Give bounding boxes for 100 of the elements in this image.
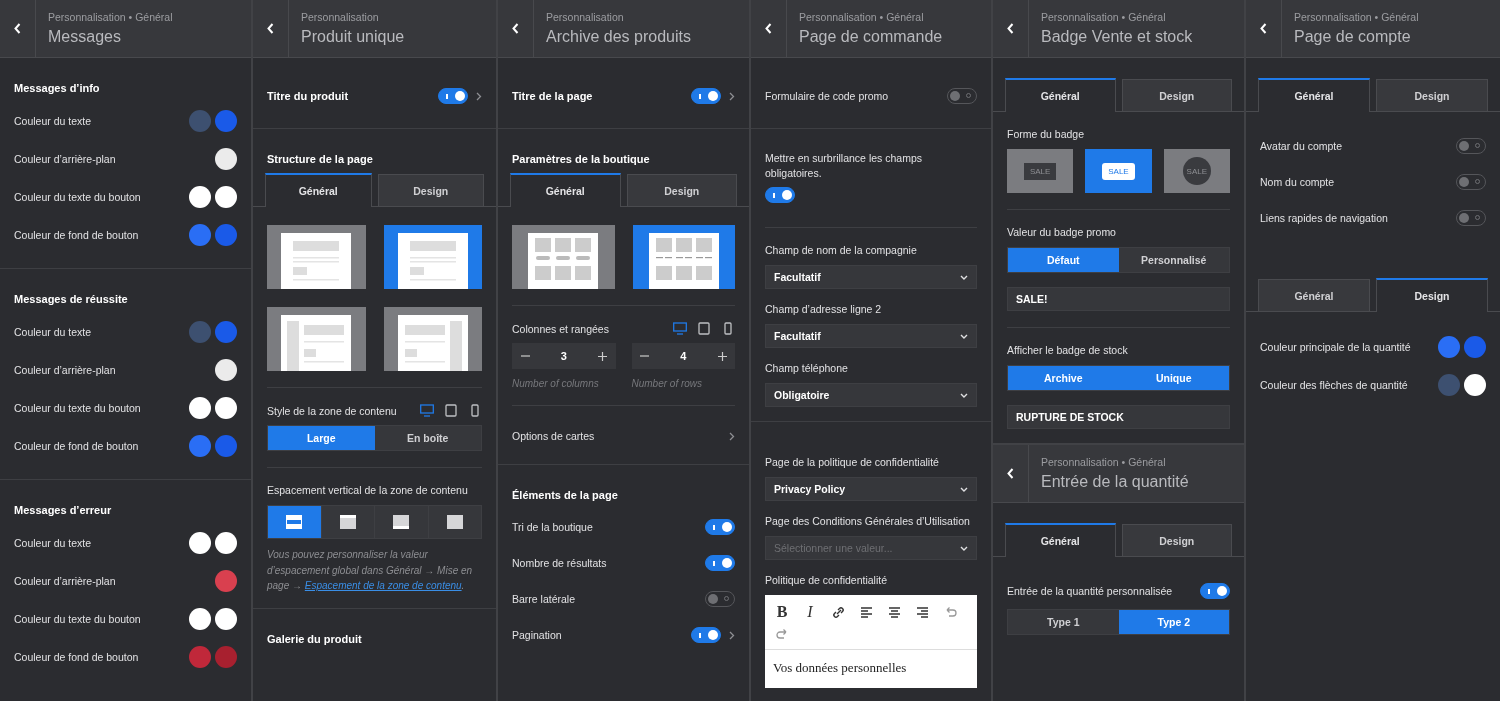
setting-label: Nombre de résultats bbox=[512, 557, 608, 569]
toggle-switch[interactable] bbox=[691, 88, 721, 104]
toggle-switch[interactable] bbox=[705, 519, 735, 535]
desktop-icon[interactable] bbox=[420, 404, 434, 417]
settings-link-row[interactable]: Options de cartes bbox=[512, 422, 735, 450]
field-label: Page de la politique de confidentialité bbox=[765, 456, 940, 469]
toggle-switch[interactable] bbox=[705, 555, 735, 571]
segment-option[interactable]: Archive bbox=[1008, 366, 1119, 390]
color-swatch[interactable] bbox=[1464, 374, 1486, 396]
toggle-switch[interactable] bbox=[1456, 174, 1486, 190]
tab[interactable]: Général bbox=[1258, 279, 1370, 311]
setting-label: Couleur du texte bbox=[14, 326, 92, 338]
select-field[interactable]: Facultatif bbox=[765, 324, 977, 349]
segment-option[interactable]: Type 2 bbox=[1118, 610, 1229, 634]
number-stepper[interactable]: 4 bbox=[631, 343, 735, 369]
tab[interactable]: Design bbox=[1121, 524, 1232, 556]
color-swatch[interactable] bbox=[215, 148, 237, 170]
color-swatch[interactable] bbox=[189, 321, 211, 343]
badge-shape-option[interactable]: SALE bbox=[1085, 149, 1152, 193]
toggle-switch[interactable] bbox=[705, 591, 735, 607]
color-swatch[interactable] bbox=[215, 186, 237, 208]
setting-label: Couleur du texte du bouton bbox=[14, 402, 141, 414]
select-field[interactable]: Privacy Policy bbox=[765, 477, 977, 502]
color-swatch[interactable] bbox=[189, 186, 211, 208]
tab[interactable]: Général bbox=[265, 173, 372, 207]
segment-option[interactable]: En boîte bbox=[374, 426, 481, 450]
tab[interactable]: Général bbox=[1005, 523, 1116, 557]
tab[interactable]: Général bbox=[510, 173, 621, 207]
segment-option[interactable]: Défaut bbox=[1008, 248, 1119, 272]
color-swatch[interactable] bbox=[215, 435, 237, 457]
tab[interactable]: Design bbox=[1121, 79, 1232, 111]
color-swatch[interactable] bbox=[1464, 336, 1486, 358]
color-swatch[interactable] bbox=[189, 532, 211, 554]
color-swatch[interactable] bbox=[1438, 336, 1460, 358]
tab[interactable]: Design bbox=[626, 174, 737, 206]
italic-button[interactable]: I bbox=[801, 603, 819, 622]
color-swatch[interactable] bbox=[215, 110, 237, 132]
color-swatch[interactable] bbox=[1438, 374, 1460, 396]
tab[interactable]: Général bbox=[1258, 78, 1370, 112]
color-swatch[interactable] bbox=[189, 397, 211, 419]
tab[interactable]: Général bbox=[1005, 78, 1116, 112]
setting-label: Style de la zone de contenu bbox=[267, 404, 397, 417]
tablet-icon[interactable] bbox=[444, 404, 458, 417]
color-swatch[interactable] bbox=[189, 435, 211, 457]
color-swatch[interactable] bbox=[215, 608, 237, 630]
layout-option[interactable] bbox=[267, 225, 366, 289]
segment-option[interactable]: Large bbox=[268, 426, 375, 450]
text-field[interactable]: SALE! bbox=[1007, 287, 1230, 311]
toggle-switch[interactable] bbox=[1456, 210, 1486, 226]
toggle-switch[interactable] bbox=[765, 187, 795, 204]
color-swatch[interactable] bbox=[215, 224, 237, 246]
tab[interactable]: Design bbox=[1376, 79, 1488, 111]
breadcrumb: Personnalisation • Général bbox=[1041, 11, 1167, 23]
back-icon bbox=[765, 23, 772, 34]
tablet-icon[interactable] bbox=[697, 322, 711, 335]
segment-option[interactable]: Personnalisé bbox=[1118, 248, 1229, 272]
color-swatch[interactable] bbox=[215, 321, 237, 343]
setting-label: Couleur du texte du bouton bbox=[14, 613, 141, 625]
color-swatch[interactable] bbox=[215, 532, 237, 554]
settings-link[interactable]: Espacement de la zone de contenu bbox=[304, 580, 462, 591]
layout-option[interactable] bbox=[383, 307, 482, 371]
tab[interactable]: Design bbox=[377, 174, 484, 206]
editor-text: Vos données personnelles bbox=[765, 649, 977, 689]
color-swatch[interactable] bbox=[189, 224, 211, 246]
color-swatch[interactable] bbox=[215, 397, 237, 419]
desktop-icon[interactable] bbox=[673, 322, 687, 335]
select-field[interactable]: Obligatoire bbox=[765, 383, 977, 408]
layout-option[interactable] bbox=[267, 307, 366, 371]
setting-label: Couleur d’arrière-plan bbox=[14, 575, 116, 587]
text-field[interactable]: RUPTURE DE STOCK bbox=[1007, 405, 1230, 429]
segment-option[interactable]: Type 1 bbox=[1008, 610, 1119, 634]
mobile-icon[interactable] bbox=[721, 322, 735, 335]
color-swatch[interactable] bbox=[215, 359, 237, 381]
toggle-switch[interactable] bbox=[1456, 138, 1486, 154]
color-swatch[interactable] bbox=[189, 646, 211, 668]
rich-text-editor[interactable]: B I Vos données personnelles bbox=[765, 595, 977, 689]
layout-option[interactable] bbox=[632, 225, 735, 289]
color-swatch[interactable] bbox=[189, 608, 211, 630]
mobile-icon[interactable] bbox=[468, 404, 482, 417]
toggle-switch[interactable] bbox=[691, 627, 721, 643]
layout-option[interactable] bbox=[383, 225, 482, 289]
badge-shape-option[interactable]: SALE bbox=[1007, 149, 1074, 193]
toggle-switch[interactable] bbox=[438, 88, 468, 104]
segment-option[interactable]: Unique bbox=[1118, 366, 1229, 390]
layout-option[interactable] bbox=[512, 225, 615, 289]
bold-button[interactable]: B bbox=[773, 603, 791, 622]
sale-badge: SALE bbox=[1102, 162, 1135, 180]
toggle-switch[interactable] bbox=[1200, 583, 1230, 599]
color-swatch[interactable] bbox=[215, 646, 237, 668]
badge-shape-option[interactable]: SALE bbox=[1163, 149, 1230, 193]
section-heading: Structure de la page bbox=[267, 153, 374, 165]
spacing-selector[interactable] bbox=[267, 505, 482, 539]
color-swatch[interactable] bbox=[215, 570, 237, 592]
tab[interactable]: Design bbox=[1376, 278, 1488, 312]
color-swatch[interactable] bbox=[189, 110, 211, 132]
toggle-switch[interactable] bbox=[947, 88, 977, 104]
select-field[interactable]: Facultatif bbox=[765, 265, 977, 290]
panel-title: Messages bbox=[48, 28, 122, 46]
number-stepper[interactable]: 3 bbox=[512, 343, 616, 369]
plus-icon bbox=[717, 351, 727, 361]
